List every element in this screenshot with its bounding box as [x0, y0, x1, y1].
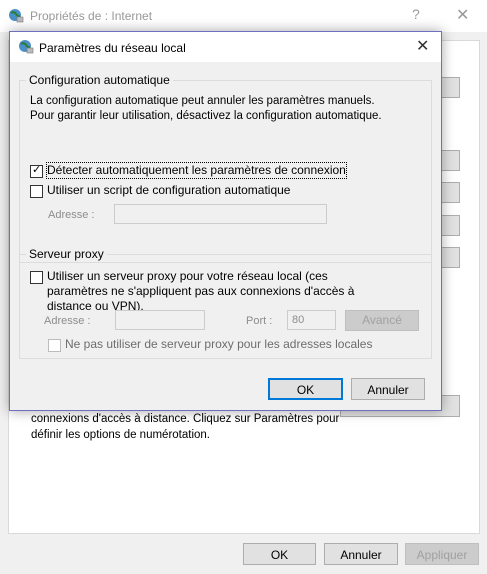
- detect-settings-option[interactable]: ✓ Détecter automatiquement les paramètre…: [30, 162, 347, 179]
- parent-hidden-button[interactable]: [440, 150, 460, 171]
- script-address-label: Adresse :: [48, 209, 95, 221]
- use-script-option[interactable]: Utiliser un script de configuration auto…: [30, 183, 290, 199]
- parent-hidden-button[interactable]: [440, 77, 460, 98]
- proxy-advanced-button[interactable]: Avancé: [345, 310, 419, 331]
- bypass-local-label[interactable]: Ne pas utiliser de serveur proxy pour le…: [65, 337, 372, 352]
- help-icon[interactable]: ?: [412, 6, 420, 22]
- auto-config-description: La configuration automatique peut annule…: [30, 95, 382, 122]
- use-proxy-label[interactable]: Utiliser un serveur proxy pour votre rés…: [47, 269, 360, 314]
- dialog-title: Paramètres du réseau local: [39, 41, 186, 55]
- use-proxy-checkbox[interactable]: [30, 271, 43, 284]
- parent-hidden-button[interactable]: [440, 182, 460, 203]
- parent-cancel-button[interactable]: Annuler: [324, 543, 398, 565]
- parent-title-bar: Propriétés de : Internet ? ✕: [0, 0, 487, 32]
- bypass-local-option[interactable]: Ne pas utiliser de serveur proxy pour le…: [48, 337, 372, 353]
- auto-config-legend: Configuration automatique: [26, 73, 173, 87]
- internet-globe-icon: [19, 40, 34, 54]
- parent-close-icon[interactable]: ✕: [456, 5, 469, 25]
- parent-hidden-button[interactable]: [440, 247, 460, 268]
- parent-dialup-description: connexions d'accès à distance. Cliquez s…: [31, 413, 340, 441]
- checkmark-icon: ✓: [32, 164, 42, 176]
- use-proxy-option[interactable]: Utiliser un serveur proxy pour votre rés…: [30, 269, 360, 313]
- proxy-port-label: Port :: [246, 315, 273, 327]
- proxy-port-input[interactable]: 80: [287, 310, 336, 330]
- lan-settings-dialog: Paramètres du réseau local ✕ Configurati…: [9, 31, 442, 411]
- detect-settings-label[interactable]: Détecter automatiquement les paramètres …: [46, 162, 347, 179]
- dialog-title-bar: Paramètres du réseau local ✕: [10, 32, 441, 62]
- bypass-local-checkbox[interactable]: [48, 339, 61, 352]
- parent-hidden-button[interactable]: [440, 215, 460, 236]
- auto-config-group: Configuration automatique La configurati…: [19, 73, 432, 263]
- proxy-address-label: Adresse :: [44, 315, 91, 327]
- dialog-cancel-button[interactable]: Annuler: [351, 378, 425, 400]
- use-script-checkbox[interactable]: [30, 185, 43, 198]
- proxy-server-group: Serveur proxy Utiliser un serveur proxy …: [19, 247, 432, 359]
- parent-window-title: Propriétés de : Internet: [30, 9, 153, 23]
- dialog-ok-button[interactable]: OK: [268, 378, 343, 400]
- internet-globe-icon: [9, 9, 24, 23]
- dialog-close-icon[interactable]: ✕: [416, 36, 429, 56]
- detect-settings-checkbox[interactable]: ✓: [30, 164, 43, 178]
- proxy-address-input[interactable]: [115, 310, 205, 330]
- parent-ok-button[interactable]: OK: [243, 543, 316, 565]
- parent-apply-button[interactable]: Appliquer: [405, 543, 479, 565]
- proxy-legend: Serveur proxy: [26, 247, 107, 261]
- script-address-input[interactable]: [114, 204, 327, 224]
- use-script-label[interactable]: Utiliser un script de configuration auto…: [47, 183, 290, 198]
